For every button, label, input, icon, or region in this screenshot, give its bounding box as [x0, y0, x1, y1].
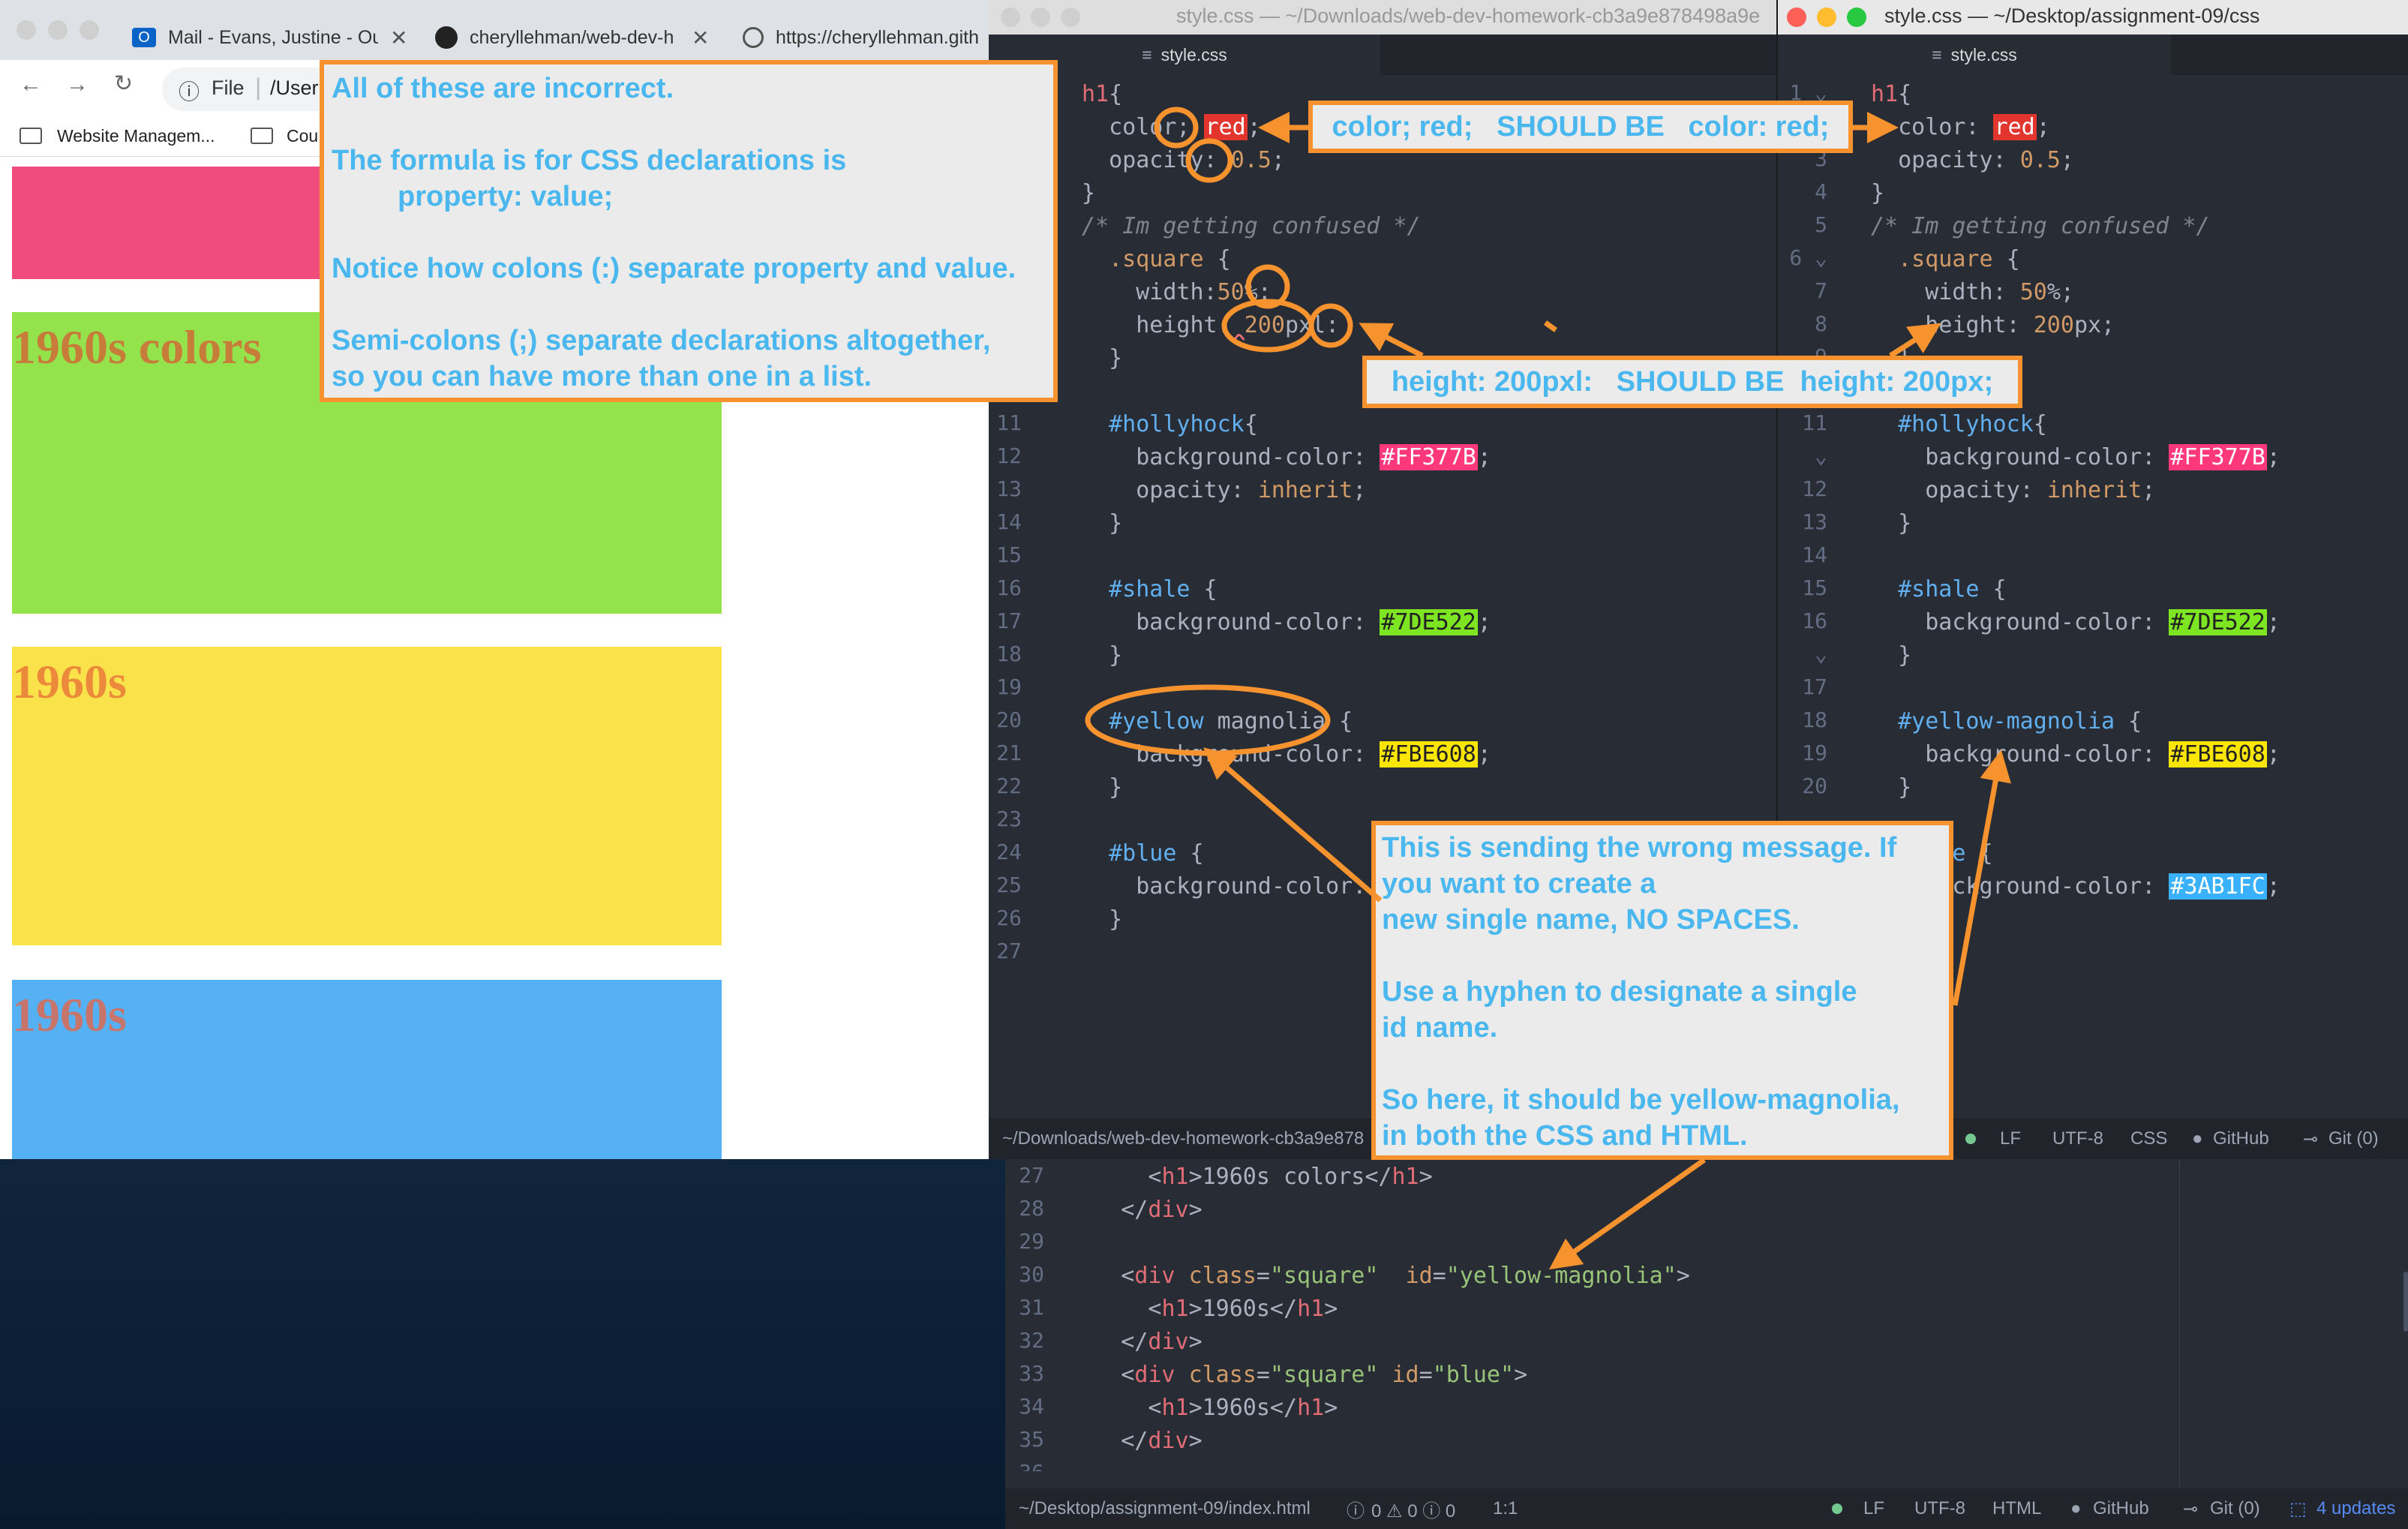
arrow-to-html-magnolia — [1548, 1158, 1707, 1270]
arrow-to-left-magnolia — [1203, 747, 1383, 903]
circle-opacity-colon — [1185, 138, 1233, 183]
arrow-right-height — [1889, 323, 1941, 358]
circle-height-px — [1221, 299, 1314, 353]
circle-height-colon — [1308, 303, 1353, 348]
arrow-to-right-magnolia — [1952, 749, 2011, 1006]
arrow-left-height — [1359, 323, 1424, 359]
circle-yellow-magnolia — [1085, 684, 1331, 756]
circle-color-semicolon — [1154, 107, 1199, 149]
annotation-overlay — [1085, 107, 2011, 1270]
stray-mark — [1543, 320, 1558, 332]
